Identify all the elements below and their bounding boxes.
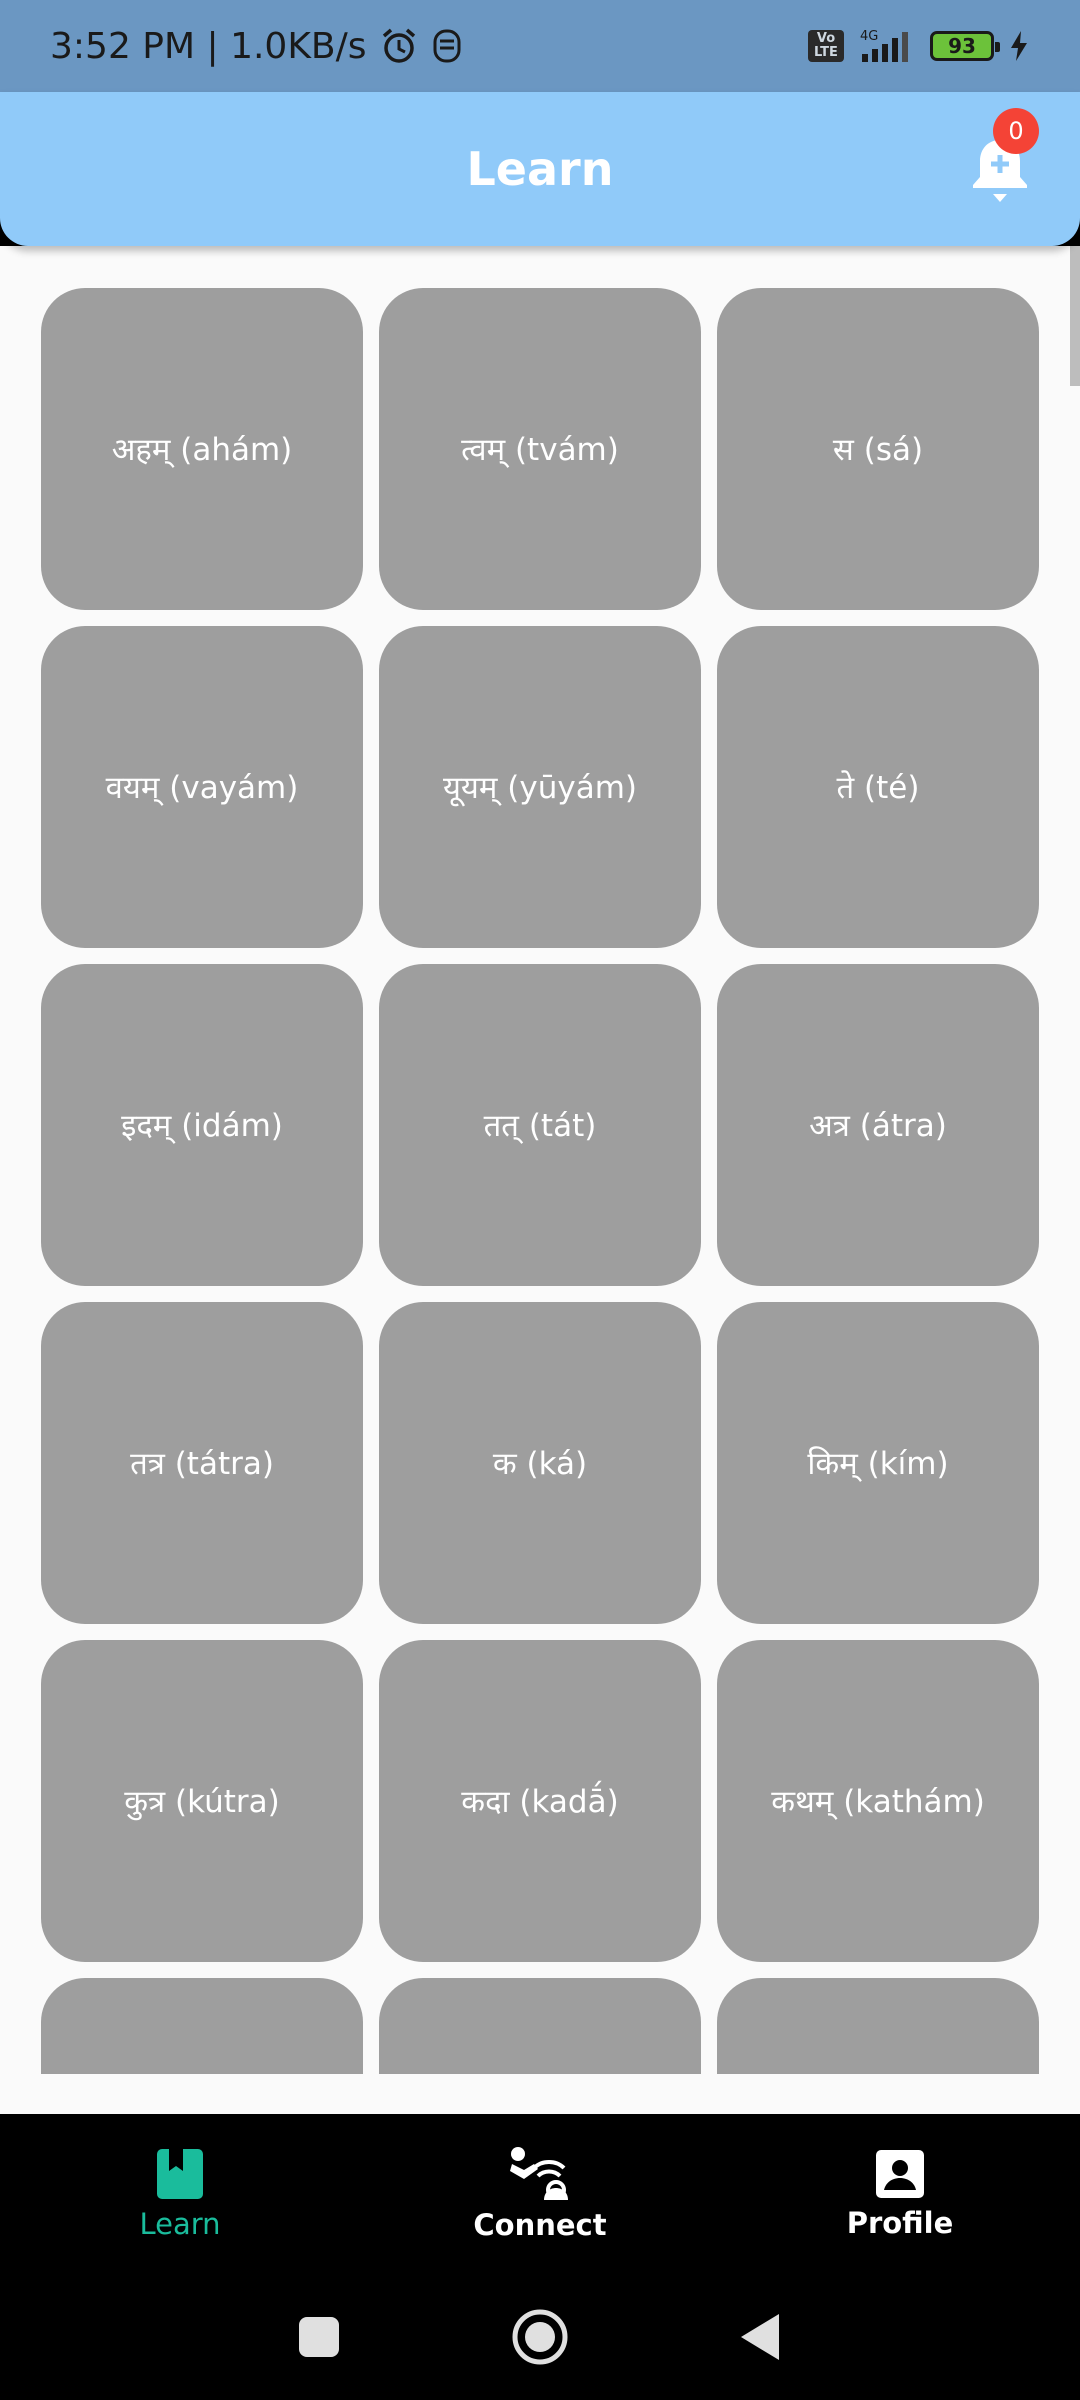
nav-label-profile: Profile [846,2206,954,2240]
connect-icon [510,2147,568,2200]
word-tile[interactable]: कदा (kadā́) [379,1640,701,1962]
list-bottom-fade [0,2074,1080,2114]
word-tile[interactable]: किम् (kím) [717,1302,1039,1624]
scrollbar[interactable] [1070,246,1080,386]
signal-icon: 4G [858,28,916,64]
nav-label-connect: Connect [473,2208,607,2242]
word-tile[interactable]: तत् (tát) [379,964,701,1286]
charging-icon [1008,29,1030,63]
nav-item-profile[interactable]: Profile [720,2114,1080,2274]
word-tile[interactable]: त्वम् (tvám) [379,288,701,610]
word-grid: अहम् (ahám) त्वम् (tvám) स (sá) वयम् (va… [41,288,1039,2114]
battery-icon: 93 [930,31,1000,61]
notification-button[interactable]: 0 [965,108,1039,210]
book-icon [157,2149,203,2199]
word-tile[interactable]: अहम् (ahám) [41,288,363,610]
word-tile[interactable]: ते (té) [717,626,1039,948]
nav-item-connect[interactable]: Connect [360,2114,720,2274]
alarm-icon [379,26,419,66]
profile-icon [876,2150,924,2198]
status-bar: 3:52 PM | 1.0KB/s Vo LTE 4G 93 [0,0,1080,92]
app-bar: Learn 0 [0,92,1080,246]
nav-label-learn: Learn [139,2207,221,2241]
recents-button[interactable] [297,2315,341,2359]
word-tile[interactable]: इदम् (idám) [41,964,363,1286]
word-tile[interactable]: यूयम् (yūyám) [379,626,701,948]
network-type-label: 4G [860,29,878,44]
word-tile[interactable]: कथम् (kathám) [717,1640,1039,1962]
bottom-navigation: Learn Connect Profile [0,2114,1080,2274]
word-grid-container[interactable]: अहम् (ahám) त्वम् (tvám) स (sá) वयम् (va… [0,246,1080,2114]
word-tile[interactable]: स (sá) [717,288,1039,610]
home-button[interactable] [511,2308,569,2366]
status-time-speed: 3:52 PM | 1.0KB/s [50,25,367,67]
word-tile[interactable]: क (ká) [379,1302,701,1624]
notification-badge: 0 [993,108,1039,154]
system-navigation-bar [0,2274,1080,2400]
word-tile[interactable]: वयम् (vayám) [41,626,363,948]
back-button[interactable] [739,2312,783,2362]
volte-icon: Vo LTE [808,30,844,62]
word-tile[interactable]: अत्र (átra) [717,964,1039,1286]
page-title: Learn [466,142,614,196]
nav-item-learn[interactable]: Learn [0,2114,360,2274]
face-unlock-icon [431,27,463,65]
word-tile[interactable]: तत्र (tátra) [41,1302,363,1624]
word-tile[interactable]: कुत्र (kútra) [41,1640,363,1962]
